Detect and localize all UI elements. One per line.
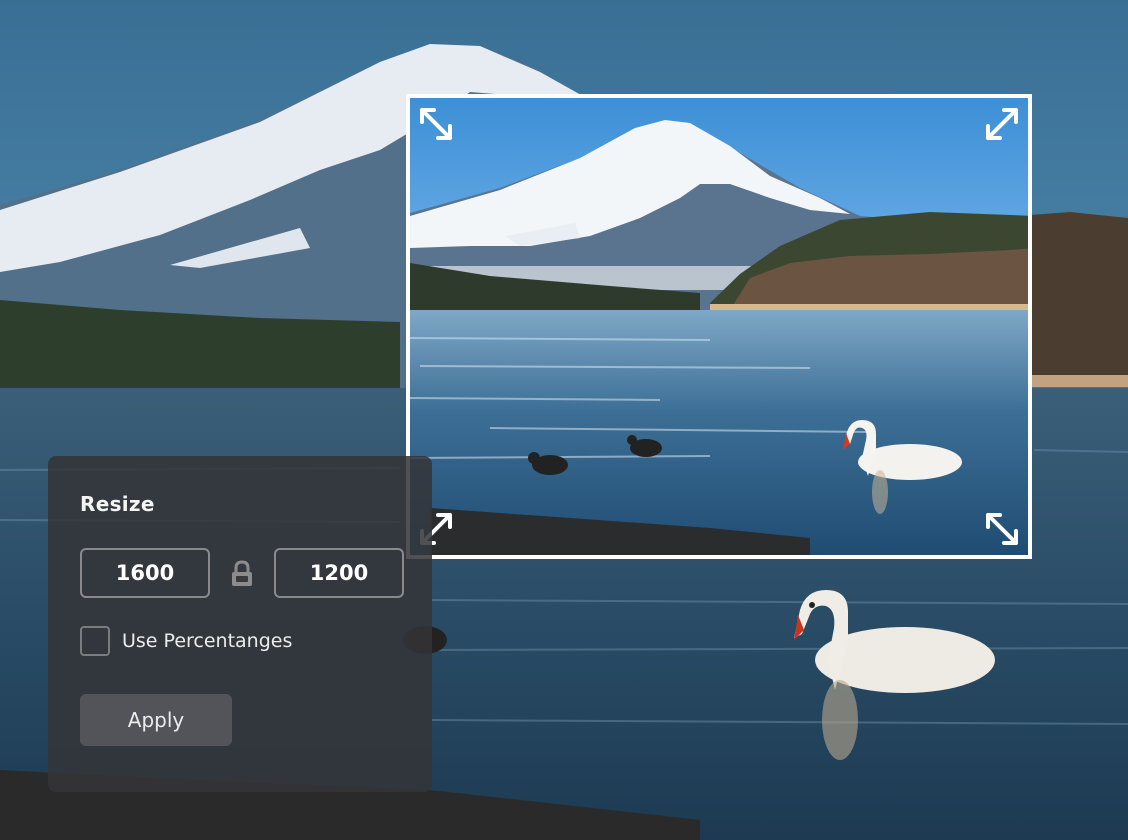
resize-nw-icon (420, 108, 452, 140)
width-input[interactable] (80, 548, 210, 598)
lock-icon[interactable] (230, 560, 254, 588)
height-input[interactable] (274, 548, 404, 598)
resize-handle-top-left[interactable] (416, 104, 456, 144)
resize-panel: Resize Use Percentanges Apply (48, 456, 432, 792)
resize-ne-icon (986, 108, 1018, 140)
panel-title: Resize (80, 492, 155, 516)
crop-frame[interactable] (406, 94, 1032, 559)
resize-handle-top-right[interactable] (982, 104, 1022, 144)
use-percentages-checkbox[interactable] (80, 626, 110, 656)
resize-se-icon (986, 513, 1018, 545)
use-percentages-label: Use Percentanges (122, 630, 293, 652)
preview-photo (410, 98, 1028, 555)
resize-handle-bottom-right[interactable] (982, 509, 1022, 549)
image-editor-canvas: Resize Use Percentanges Apply (0, 0, 1128, 840)
apply-button[interactable]: Apply (80, 694, 232, 746)
